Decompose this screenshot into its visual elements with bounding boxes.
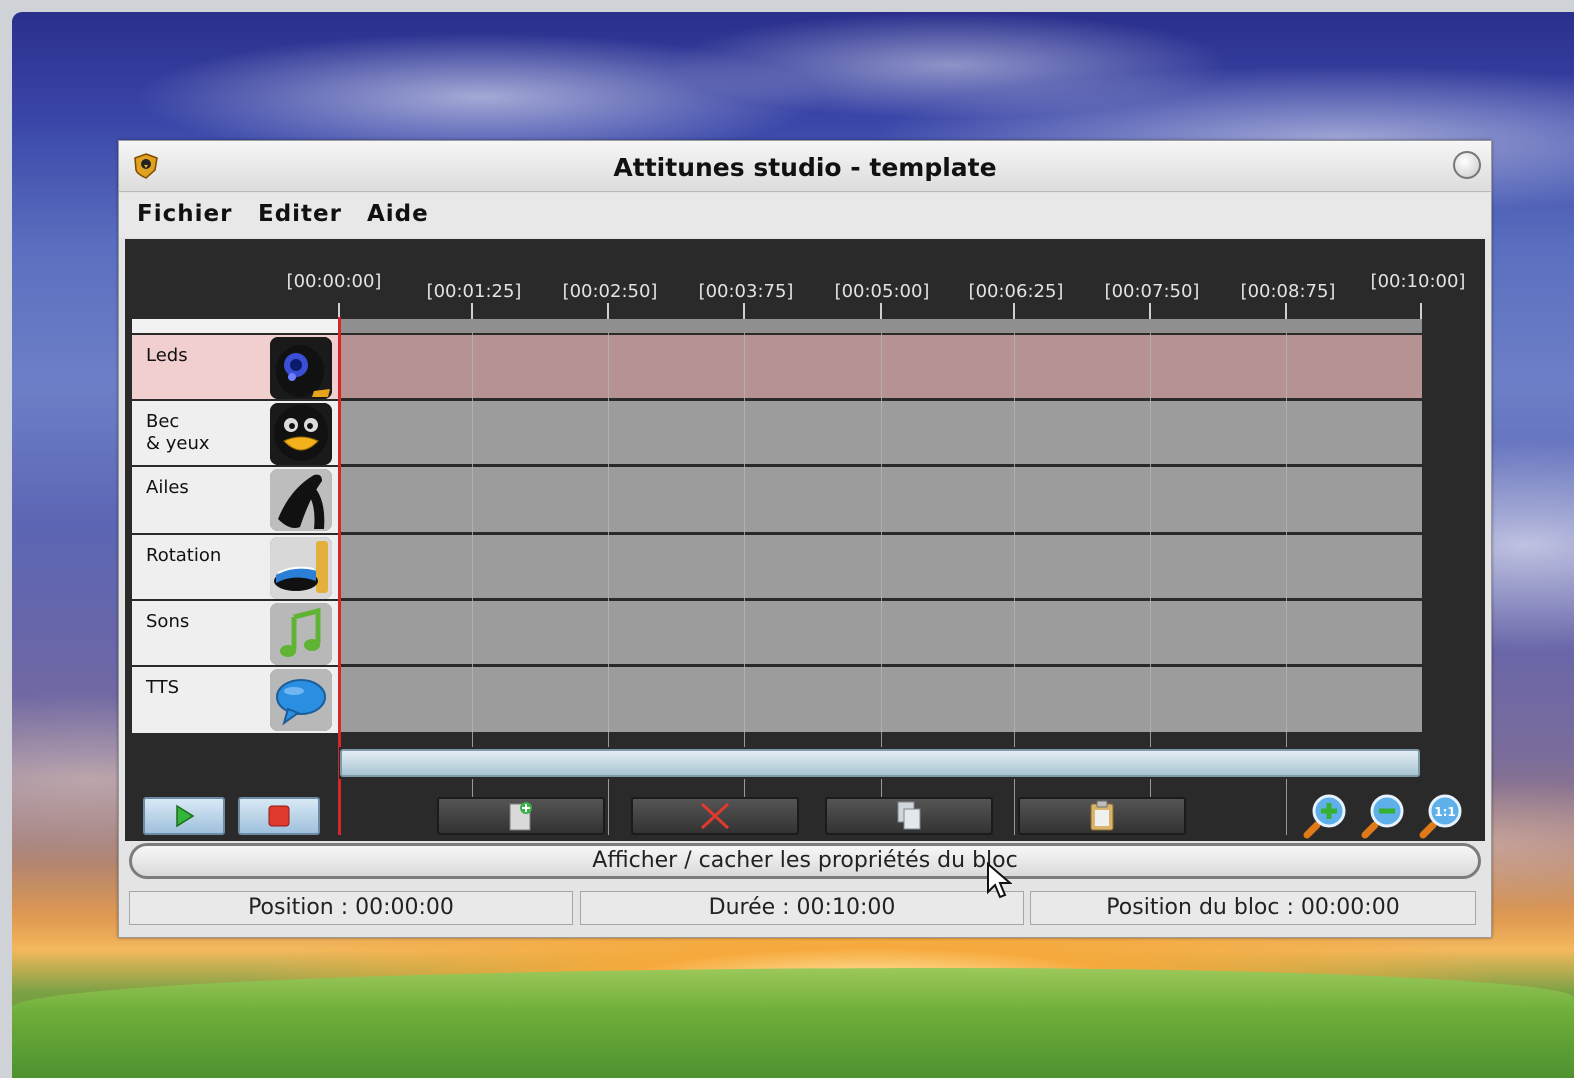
copy-button[interactable] xyxy=(825,797,993,835)
tux-beak-eyes-icon xyxy=(270,403,332,465)
timeline-scrollbar[interactable] xyxy=(339,747,1421,779)
toggle-block-properties-button[interactable]: Afficher / cacher les propriétés du bloc xyxy=(129,843,1481,879)
delete-block-button[interactable] xyxy=(631,797,799,835)
track-label-leds[interactable]: Leds xyxy=(132,335,338,401)
track-label-sons[interactable]: Sons xyxy=(132,601,338,667)
ruler-label: [00:08:75] xyxy=(1240,281,1336,302)
track-name: Sons xyxy=(146,611,190,632)
rotation-icon xyxy=(270,537,332,599)
copy-icon xyxy=(897,801,921,830)
stop-button[interactable] xyxy=(238,797,320,835)
delete-x-icon xyxy=(700,802,730,830)
scroll-thumb[interactable] xyxy=(340,749,1420,777)
menu-editer[interactable]: Editer xyxy=(258,201,342,227)
status-block-position: Position du bloc : 00:00:00 xyxy=(1030,891,1476,925)
music-note-icon xyxy=(270,603,332,665)
tux-wings-icon xyxy=(270,469,332,531)
status-duration: Durée : 00:10:00 xyxy=(580,891,1024,925)
paste-button[interactable] xyxy=(1018,797,1186,835)
track-header-spacer xyxy=(132,319,338,333)
tux-leds-icon xyxy=(270,337,332,399)
status-position: Position : 00:00:00 xyxy=(129,891,573,925)
ruler-tick xyxy=(607,303,609,319)
track-name: Leds xyxy=(146,345,188,366)
track-name: Rotation xyxy=(146,545,222,566)
mouse-pointer-icon xyxy=(987,862,1012,899)
ruler-tick xyxy=(1149,303,1151,319)
play-icon xyxy=(176,804,195,828)
title-bar[interactable]: Attitunes studio - template xyxy=(119,141,1491,192)
paste-icon xyxy=(1090,800,1114,831)
ruler-label: [00:02:50] xyxy=(562,281,658,302)
speech-bubble-icon xyxy=(270,669,332,731)
ruler-tick xyxy=(1420,303,1422,319)
timeline-panel: [00:00:00] [00:01:25] [00:02:50] [00:03:… xyxy=(125,239,1485,841)
menu-aide[interactable]: Aide xyxy=(367,201,429,227)
ruler-label: [00:01:25] xyxy=(426,281,522,302)
track-name: TTS xyxy=(146,677,180,698)
ruler-tick xyxy=(1013,303,1015,319)
track-label-bec-yeux[interactable]: Bec & yeux xyxy=(132,401,338,467)
track-header-strip xyxy=(340,319,1422,333)
ruler-label: [00:10:00] xyxy=(1370,271,1466,292)
track-label-rotation[interactable]: Rotation xyxy=(132,535,338,601)
stop-icon xyxy=(268,805,290,827)
track-label-tts[interactable]: TTS xyxy=(132,667,338,735)
attitunes-window: Attitunes studio - template Fichier Edit… xyxy=(118,140,1492,938)
play-button[interactable] xyxy=(143,797,225,835)
menu-bar: Fichier Editer Aide xyxy=(119,193,1491,237)
track-name: Ailes xyxy=(146,477,189,498)
ruler-tick xyxy=(1285,303,1287,319)
grass-hill xyxy=(12,968,1574,1078)
zoom-reset-label: 1:1 xyxy=(1434,805,1456,819)
zoom-in-icon[interactable] xyxy=(1301,791,1351,841)
menu-fichier[interactable]: Fichier xyxy=(137,201,232,227)
ruler-label: [00:03:75] xyxy=(698,281,794,302)
close-icon[interactable] xyxy=(1453,151,1481,179)
new-block-icon xyxy=(509,802,532,831)
track-label-ailes[interactable]: Ailes xyxy=(132,467,338,535)
zoom-out-icon[interactable] xyxy=(1359,791,1409,841)
new-block-button[interactable] xyxy=(437,797,605,835)
zoom-reset-icon[interactable]: 1:1 xyxy=(1417,791,1467,841)
ruler-label: [00:05:00] xyxy=(834,281,930,302)
ruler-label: [00:00:00] xyxy=(286,271,382,292)
track-name: Bec & yeux xyxy=(146,411,210,454)
ruler-tick xyxy=(743,303,745,319)
ruler-tick xyxy=(880,303,882,319)
ruler-tick xyxy=(471,303,473,319)
window-title: Attitunes studio - template xyxy=(613,153,997,182)
ruler-label: [00:06:25] xyxy=(968,281,1064,302)
ruler-label: [00:07:50] xyxy=(1104,281,1200,302)
